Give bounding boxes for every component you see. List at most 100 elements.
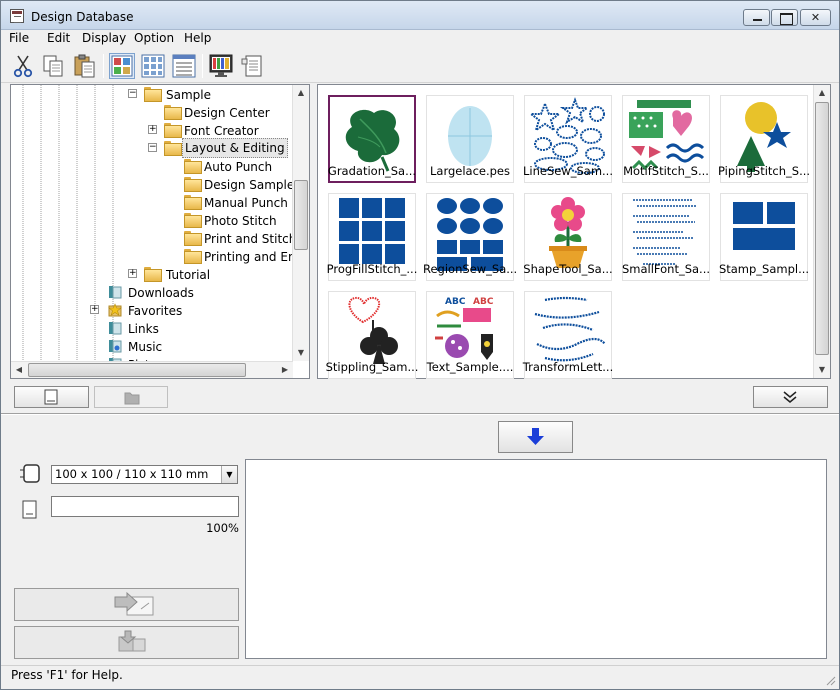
title-bar[interactable]: Design Database <box>1 1 839 30</box>
minimize-button[interactable] <box>743 9 770 26</box>
folder-tree[interactable]: − Sample Design Center + Font Creator − … <box>10 84 310 379</box>
design-label[interactable]: Stamp_Sampl... <box>717 262 811 276</box>
tree-vertical-scrollbar[interactable]: ▲ ▼ <box>292 85 309 361</box>
tree-horizontal-scrollbar[interactable]: ◀ ▶ <box>11 361 293 378</box>
small-thumbnails-button[interactable] <box>140 53 166 79</box>
design-label[interactable]: TransformLett... <box>521 360 615 374</box>
scroll-thumb[interactable] <box>28 363 246 377</box>
scroll-up-icon[interactable]: ▲ <box>293 85 309 101</box>
thumbnails-vertical-scrollbar[interactable]: ▲ ▼ <box>813 85 830 378</box>
expand-icon[interactable]: + <box>148 125 157 134</box>
sample-lettering: ABC <box>473 297 494 307</box>
dropdown-arrow-icon[interactable]: ▼ <box>221 466 237 483</box>
design-label[interactable]: MotifStitch_S... <box>619 164 713 178</box>
design-label[interactable]: PipingStitch_S... <box>717 164 811 178</box>
favorites-star-icon <box>108 303 122 317</box>
expand-panel-button[interactable] <box>753 386 828 408</box>
tree-item-label: Photo Stitch <box>204 214 277 228</box>
status-bar: Press 'F1' for Help. <box>1 665 839 689</box>
properties-button[interactable] <box>239 53 265 79</box>
menu-display[interactable]: Display <box>82 31 126 45</box>
show-folder-pane-button[interactable] <box>14 386 89 408</box>
scroll-down-icon[interactable]: ▼ <box>293 345 309 361</box>
design-label[interactable]: Text_Sample.... <box>423 360 517 374</box>
page-icon <box>22 500 37 519</box>
preview-button[interactable] <box>208 53 234 79</box>
small-thumbnails-icon <box>141 54 165 78</box>
folder-open-icon <box>164 141 182 156</box>
design-label[interactable]: ShapeTool_Sa... <box>521 262 615 276</box>
folder-icon <box>184 213 202 228</box>
music-folder-icon <box>109 340 122 353</box>
app-window: Design Database File Edit Display Option… <box>0 0 840 690</box>
downloads-folder-icon <box>109 286 122 299</box>
expand-icon[interactable]: + <box>90 305 99 314</box>
design-label[interactable]: SmallFont_Sa... <box>619 262 713 276</box>
page-icon <box>44 389 58 405</box>
preview-monitor-icon <box>209 54 233 77</box>
toolbar-separator <box>202 54 203 78</box>
resize-grip-icon[interactable] <box>824 674 836 686</box>
arrow-down-icon <box>527 428 544 445</box>
tree-item-label: Layout & Editing <box>182 138 288 158</box>
folder-icon <box>144 87 162 102</box>
sample-lettering: ABC <box>445 297 466 307</box>
design-thumbnails: Gradation_Sa... Largelace.pes LineSew_Sa… <box>317 84 831 379</box>
design-label[interactable]: Stippling_Sam... <box>325 360 419 374</box>
links-folder-icon <box>109 322 122 335</box>
hoop-size-select[interactable]: 100 x 100 / 110 x 110 mm ▼ <box>51 465 238 484</box>
collapse-icon[interactable]: − <box>128 89 137 98</box>
tree-item-label: Design Sample <box>204 178 295 192</box>
tree-item-label: Manual Punch <box>204 196 288 210</box>
design-label[interactable]: RegionSew_Sa... <box>423 262 517 276</box>
large-thumbnails-button[interactable] <box>109 53 135 79</box>
status-text: Press 'F1' for Help. <box>11 668 123 682</box>
import-button[interactable] <box>14 626 239 659</box>
tree-item-label: Printing and Emb <box>204 250 293 264</box>
scroll-right-icon[interactable]: ▶ <box>277 362 293 378</box>
menu-option[interactable]: Option <box>134 31 174 45</box>
cut-icon <box>13 55 33 78</box>
details-view-button[interactable] <box>171 53 197 79</box>
tree-item-label: Downloads <box>128 286 194 300</box>
transfer-down-button[interactable] <box>498 421 573 453</box>
folder-icon <box>184 249 202 264</box>
pane-splitter[interactable] <box>1 413 839 415</box>
design-name-field[interactable] <box>51 496 239 517</box>
design-label[interactable]: Largelace.pes <box>423 164 517 178</box>
folder-icon <box>184 231 202 246</box>
close-button[interactable] <box>800 9 831 26</box>
folder-icon <box>184 159 202 174</box>
scroll-up-icon[interactable]: ▲ <box>814 85 830 101</box>
menu-edit[interactable]: Edit <box>47 31 70 45</box>
collapse-icon[interactable]: − <box>148 143 157 152</box>
zoom-percent: 100% <box>206 521 239 535</box>
expand-icon[interactable]: + <box>128 269 137 278</box>
scroll-down-icon[interactable]: ▼ <box>814 362 830 378</box>
scroll-thumb[interactable] <box>294 180 308 250</box>
paste-button[interactable] <box>72 53 98 79</box>
scroll-left-icon[interactable]: ◀ <box>11 362 27 378</box>
write-to-card-button[interactable] <box>14 588 239 621</box>
show-folder-view-button[interactable] <box>94 386 168 408</box>
import-card-icon <box>118 630 146 652</box>
hoop-size-value: 100 x 100 / 110 x 110 mm <box>55 467 209 481</box>
design-label[interactable]: LineSew_Sam... <box>521 164 615 178</box>
preview-area <box>245 459 827 659</box>
close-icon <box>801 10 830 25</box>
tree-item-label: Music <box>128 340 163 354</box>
design-label[interactable]: ProgFillStitch_... <box>325 262 419 276</box>
tree-item-printing-and-emb[interactable]: Printing and Emb <box>168 247 293 265</box>
copy-icon <box>43 55 63 77</box>
copy-button[interactable] <box>41 53 67 79</box>
menu-file[interactable]: File <box>9 31 29 45</box>
cut-button[interactable] <box>10 53 36 79</box>
tree-item-label: Sample <box>166 88 211 102</box>
app-icon <box>10 9 24 23</box>
menu-help[interactable]: Help <box>184 31 211 45</box>
scroll-thumb[interactable] <box>815 102 829 355</box>
design-label[interactable]: Gradation_Sa... <box>325 164 419 178</box>
tree-item-label: Tutorial <box>166 268 211 282</box>
folder-icon <box>164 123 182 138</box>
maximize-button[interactable] <box>771 9 798 26</box>
